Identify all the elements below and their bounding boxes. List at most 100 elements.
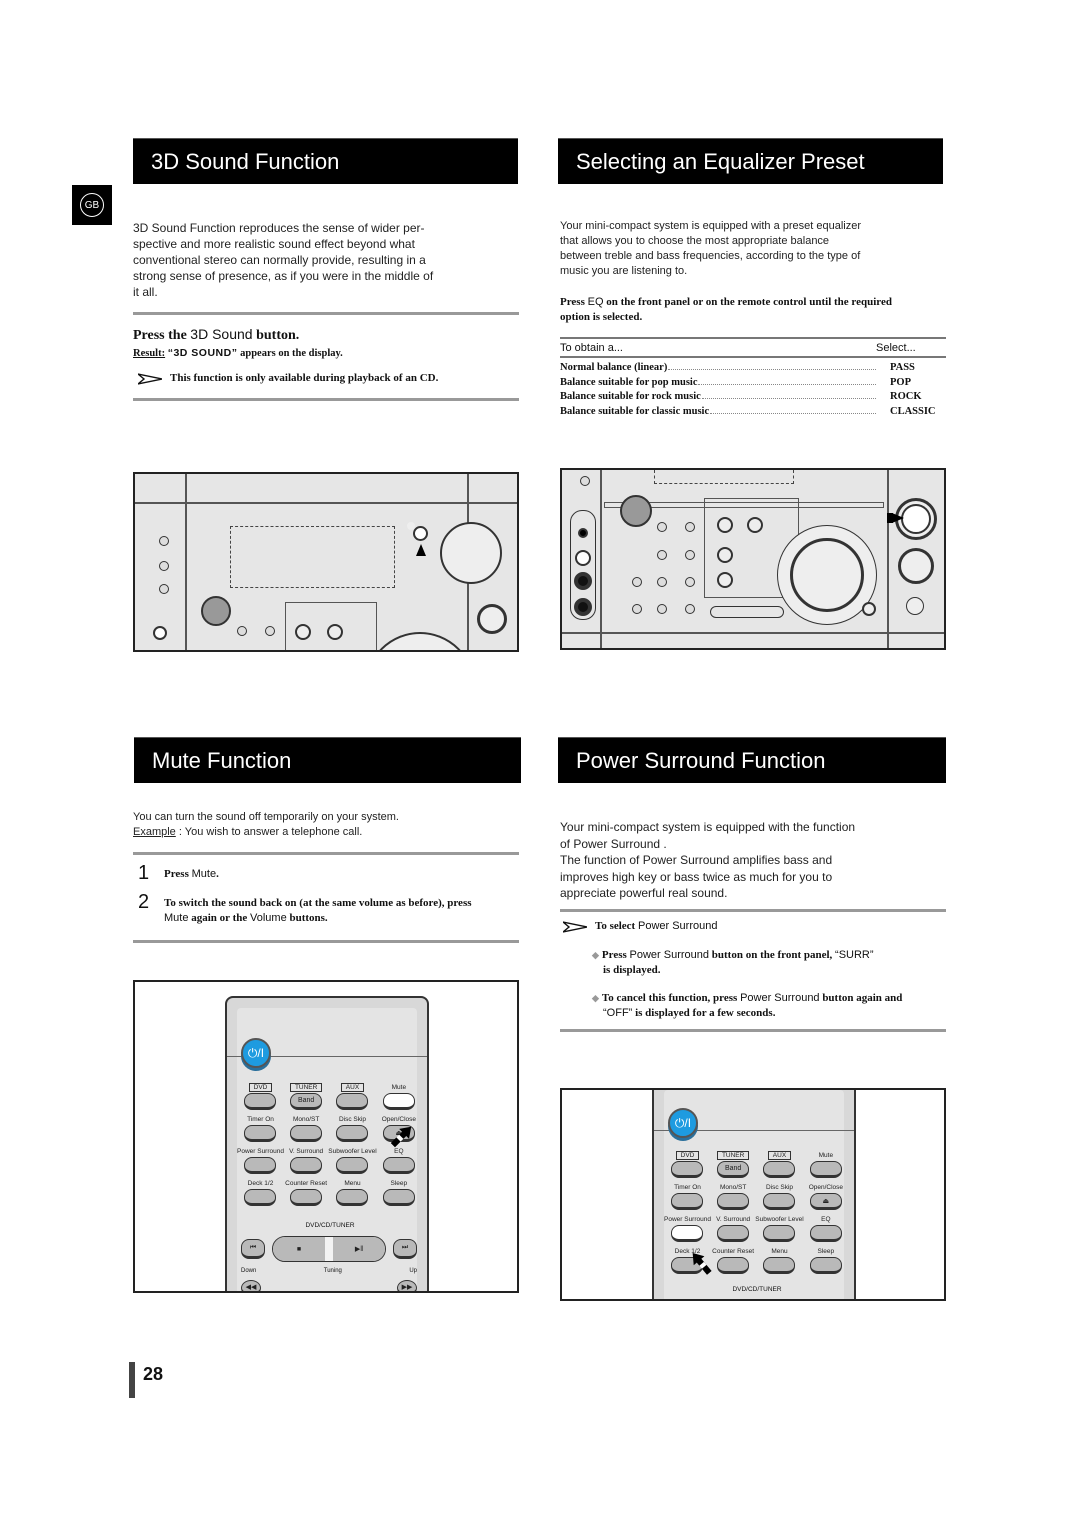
remote-button-label: V. Surround [716,1216,751,1223]
remote-button-label: V. Surround [289,1148,324,1155]
previous-track-button: ⏮ [241,1239,265,1259]
remote-button-cell: V. Surround [711,1214,755,1242]
remote-button-label: Mute [818,1152,834,1159]
button-name: Volume [250,912,287,924]
remote-button-cell: Deck 1/2 [237,1178,284,1206]
remote-button-label: DVD [248,1082,273,1093]
note-arrow-icon [138,372,162,385]
remote-button-cell: Counter Reset [711,1246,755,1274]
pointer-arrow-icon [892,513,904,523]
page-number: 28 [129,1362,163,1398]
remote-button-menu [336,1189,369,1206]
section-title-power-surround: Power Surround Function [558,737,946,783]
remote-button-label: Disc Skip [338,1116,367,1123]
front-panel-illustration-3d-sound [133,472,519,652]
text-line: Your mini-compact system is equipped wit… [560,820,856,834]
remote-control: ⏻/I DVD TUNER Band AUX Mute Timer On Mono/ST Di… [652,1090,856,1299]
text-line: between treble and bass frequencies, acc… [560,250,861,262]
remote-button-timer-on [244,1125,277,1142]
divider [133,312,519,315]
remote-control: ⏻/I DVD TUNER Band AUX Mute Timer On Mono/ST Di… [225,996,429,1291]
remote-button-label: Sleep [817,1248,835,1255]
remote-button-label: AUX [340,1082,365,1093]
tuner-button [295,624,311,640]
remote-illustration-power-surround: ⏻/I DVD TUNER Band AUX Mute Timer On Mono/ST Di… [560,1088,946,1301]
mic-2-jack [574,598,592,616]
display-window [230,526,395,588]
remote-button-cell: AUX [755,1150,803,1178]
remote-button-deck-1-2 [244,1189,277,1206]
remote-button-label: Menu [344,1180,361,1187]
text-line: of Power Surround . [560,836,667,851]
remote-button-mute [809,1161,842,1178]
remote-button-cell: DVD [664,1150,711,1178]
remote-button-cell: DVD [237,1082,284,1110]
stop-button: ■ [273,1237,325,1261]
remote-button-mute [382,1093,415,1110]
mic-level-knob [575,550,591,566]
button-name: Power Surround [637,920,718,932]
section-title-mute: Mute Function [134,737,521,783]
text-line: it all. [133,285,158,299]
remote-button-label: Sleep [390,1180,408,1187]
power-surround-bullet-1: ◆ Press Power Surround button on the fron… [592,949,874,976]
remote-button-label: DVD [675,1150,700,1161]
remote-button-label: Menu [771,1248,788,1255]
divider [560,1029,946,1032]
remote-button-label: AUX [767,1150,792,1161]
tuning-buttons [710,606,784,618]
mute-step-1: Press Mute. [164,868,219,880]
3d-sound-button-highlight [413,526,428,541]
next-track-button: ⏭ [393,1239,417,1259]
aux-button [327,624,343,640]
remote-button-counter-reset [717,1257,750,1274]
remote-button-cell: Power Surround [664,1214,711,1242]
remote-button-label: EQ [821,1216,831,1223]
table-row: Normal balance (linear) PASS [560,362,915,373]
remote-button-mono-st [290,1125,323,1142]
remote-button-label: Mute [391,1084,407,1091]
remote-button-aux [763,1161,796,1178]
remote-button-label: Timer On [247,1116,274,1123]
sleep-button [159,584,169,594]
remote-button-label: Mono/ST [292,1116,320,1123]
button-name: 3D Sound [190,326,253,342]
text-line: The function of Power Surround amplifies… [560,853,833,867]
3d-sound-instruction: Press the 3D Sound button. [133,326,300,343]
remote-button-cell: TUNER Band [284,1082,328,1110]
tuner-button [717,517,733,533]
remote-button-mono-st [717,1193,750,1210]
remote-button-open-close: ⏏ [809,1193,842,1210]
standby-knob [620,495,652,527]
echo-button [578,528,588,538]
remote-button-cell: EQ [377,1146,421,1174]
button-name: Power Surround [629,949,710,961]
remote-button-power-surround [244,1157,277,1174]
remote-button-cell: Sleep [377,1178,421,1206]
remote-button-label: Open/Close [381,1116,417,1123]
remote-button-label: TUNER [289,1082,323,1093]
tuning-down-button: ◀◀ [241,1280,261,1291]
equalizer-intro: Your mini-compact system is equipped wit… [560,219,950,279]
remote-button-label: Power Surround [237,1148,284,1155]
divider [560,909,946,912]
power-surround-button-highlight [901,504,931,534]
tuning-up-button: ▶▶ [397,1280,417,1291]
table-header: To obtain a... Select... [560,337,946,358]
remote-button-label: Counter Reset [285,1180,328,1187]
text-line: Your mini-compact system is equipped wit… [560,220,862,232]
remote-button-label: TUNER [716,1150,750,1161]
remote-illustration-mute: ⏻/I DVD TUNER Band AUX Mute Timer On Mono/ST Di… [133,980,519,1293]
multi-jog-dial [365,632,475,650]
timer-clock-button [159,536,169,546]
dvd-cd-button [717,547,733,563]
remote-button-counter-reset [290,1189,323,1206]
remote-button-tuner: Band [717,1161,750,1178]
remote-button-v-surround [290,1157,323,1174]
remote-button-cell: Subwoofer Level [755,1214,804,1242]
remote-button-label: Open/Close [808,1184,844,1191]
remote-button-label: Power Surround [664,1216,711,1223]
aux-button [747,517,763,533]
power-button: ⏻/I [241,1038,271,1068]
remote-button-aux [336,1093,369,1110]
